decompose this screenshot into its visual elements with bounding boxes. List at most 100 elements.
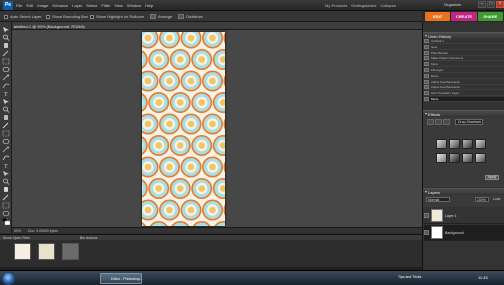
move-tool-icon[interactable] <box>2 26 10 33</box>
history-state[interactable]: Paint Bucket <box>424 50 504 56</box>
close-icon[interactable]: × <box>496 1 504 8</box>
start-button[interactable] <box>2 272 15 285</box>
auto-select-layer-option[interactable]: Auto Select Layer <box>4 14 42 19</box>
blur-tool-icon[interactable] <box>2 202 10 209</box>
collapse-triangle-icon[interactable] <box>424 112 427 115</box>
distribute-button[interactable]: Distribute <box>178 14 203 19</box>
history-state[interactable]: Untitled-1 <box>424 39 504 44</box>
tab-share[interactable]: SHARE <box>477 12 503 21</box>
clone-stamp-tool-icon[interactable] <box>2 138 10 145</box>
layers-header[interactable]: Layers <box>423 188 504 195</box>
blend-mode-select[interactable]: Normal <box>426 197 450 202</box>
menu-item[interactable]: Help <box>145 3 153 8</box>
effects-category-select[interactable]: Drop Shadows <box>455 119 483 125</box>
checkbox-icon[interactable] <box>4 14 8 19</box>
show-open-files-dropdown[interactable]: Show Open Files <box>3 236 30 240</box>
effect-thumbnail[interactable] <box>462 139 473 149</box>
minimize-icon[interactable]: – <box>478 1 486 8</box>
crop-tool-icon[interactable] <box>2 98 10 105</box>
effects-filters-tab[interactable] <box>427 119 434 125</box>
organizer-button[interactable]: Organizer <box>444 2 462 7</box>
layer-row[interactable]: Background <box>424 225 504 241</box>
quick-selection-tool-icon[interactable] <box>2 82 10 89</box>
visibility-eye-icon[interactable] <box>424 230 429 235</box>
menu-item[interactable]: Enhance <box>52 3 68 8</box>
menu-right-item[interactable]: Gettingstarted <box>351 3 376 8</box>
undo-history-header[interactable]: Undo History <box>423 32 504 39</box>
marquee-tool-icon[interactable] <box>2 58 10 65</box>
tab-edit[interactable]: EDIT <box>425 12 451 21</box>
opacity-field[interactable]: 100% <box>475 197 489 202</box>
pencil-tool-icon[interactable] <box>2 170 10 177</box>
checkbox-icon[interactable] <box>90 14 94 19</box>
effect-thumbnail[interactable] <box>436 139 447 149</box>
show-bounding-box-option[interactable]: Show Bounding Box <box>46 14 88 19</box>
open-file-thumbnail[interactable] <box>62 243 79 260</box>
layer-row[interactable]: Layer 1 <box>424 208 504 224</box>
zoom-readout[interactable]: 50% <box>14 229 21 233</box>
menu-item[interactable]: Edit <box>26 3 33 8</box>
document-image[interactable] <box>142 32 225 226</box>
visibility-eye-icon[interactable] <box>424 213 429 218</box>
close-document-icon[interactable]: × <box>14 24 419 29</box>
lasso-tool-icon[interactable] <box>2 66 10 73</box>
paint-bucket-tool-icon[interactable] <box>2 178 10 185</box>
open-file-thumbnail[interactable] <box>14 243 31 260</box>
history-state[interactable]: Make Pattern Document <box>424 56 504 62</box>
history-state[interactable]: Move <box>424 73 504 79</box>
menu-item[interactable]: Select <box>86 3 97 8</box>
menu-item[interactable]: Layer <box>72 3 82 8</box>
history-state[interactable]: Move <box>424 97 504 102</box>
show-highlight-option[interactable]: Show Highlight on Rollover <box>90 14 144 19</box>
effects-header[interactable]: Effects <box>423 110 504 117</box>
straighten-tool-icon[interactable] <box>2 114 10 121</box>
collapse-triangle-icon[interactable] <box>424 34 427 37</box>
menu-item[interactable]: Window <box>127 3 141 8</box>
effect-thumbnail[interactable] <box>449 153 460 163</box>
menu-item[interactable]: Filter <box>101 3 110 8</box>
smart-brush-tool-icon[interactable]: T <box>2 162 10 169</box>
checkbox-icon[interactable] <box>46 14 50 19</box>
effect-thumbnail[interactable] <box>449 139 460 149</box>
apply-effect-button[interactable]: Apply <box>485 175 499 180</box>
taskbar-app-button[interactable]: Editor - Photoshop... <box>100 273 143 284</box>
tray-notification[interactable]: Tips and Tricks <box>398 275 421 279</box>
red-eye-tool-icon[interactable] <box>2 122 10 129</box>
history-state[interactable]: New <box>424 44 504 50</box>
cookie-cutter-tool-icon[interactable] <box>2 106 10 113</box>
shape-tool-icon[interactable] <box>2 194 10 201</box>
eraser-tool-icon[interactable] <box>2 146 10 153</box>
effects-styles-tab[interactable] <box>435 119 442 125</box>
color-swatches-icon[interactable] <box>2 218 10 225</box>
open-file-thumbnail[interactable] <box>38 243 55 260</box>
menu-item[interactable]: Image <box>37 3 48 8</box>
tab-create[interactable]: CREATE <box>451 12 477 21</box>
effect-thumbnail[interactable] <box>475 139 486 149</box>
gradient-tool-icon[interactable] <box>2 186 10 193</box>
effect-thumbnail[interactable] <box>475 153 486 163</box>
effect-thumbnail[interactable] <box>462 153 473 163</box>
history-state[interactable]: Adjust Hue/Saturation <box>424 79 504 85</box>
history-state[interactable]: Adjust Hue/Saturation <box>424 85 504 91</box>
bin-actions-button[interactable]: Bin Actions <box>80 236 97 240</box>
hand-tool-icon[interactable] <box>2 42 10 49</box>
maximize-icon[interactable]: □ <box>487 1 495 8</box>
spot-healing-tool-icon[interactable] <box>2 130 10 137</box>
effects-photo-tab[interactable] <box>443 119 450 125</box>
arrange-button[interactable]: Arrange <box>150 14 172 19</box>
eyedropper-tool-icon[interactable] <box>2 50 10 57</box>
type-tool-icon[interactable]: T <box>2 90 10 97</box>
menu-right-item[interactable]: Collapse <box>380 3 396 8</box>
menu-right-item[interactable]: My Products <box>325 3 347 8</box>
document-tab[interactable]: Untitled-1 @ 50% (Background, RGB/8) × <box>12 22 422 30</box>
sponge-tool-icon[interactable] <box>2 210 10 217</box>
collapse-triangle-icon[interactable] <box>424 190 427 193</box>
history-state[interactable]: Grid Transform Layer <box>424 91 504 97</box>
effect-thumbnail[interactable] <box>436 153 447 163</box>
history-state[interactable]: Fill Layer <box>424 68 504 73</box>
magic-wand-tool-icon[interactable] <box>2 74 10 81</box>
brush-tool-icon[interactable] <box>2 154 10 161</box>
menu-item[interactable]: File <box>16 3 22 8</box>
menu-item[interactable]: View <box>114 3 123 8</box>
history-state[interactable]: Move <box>424 62 504 68</box>
